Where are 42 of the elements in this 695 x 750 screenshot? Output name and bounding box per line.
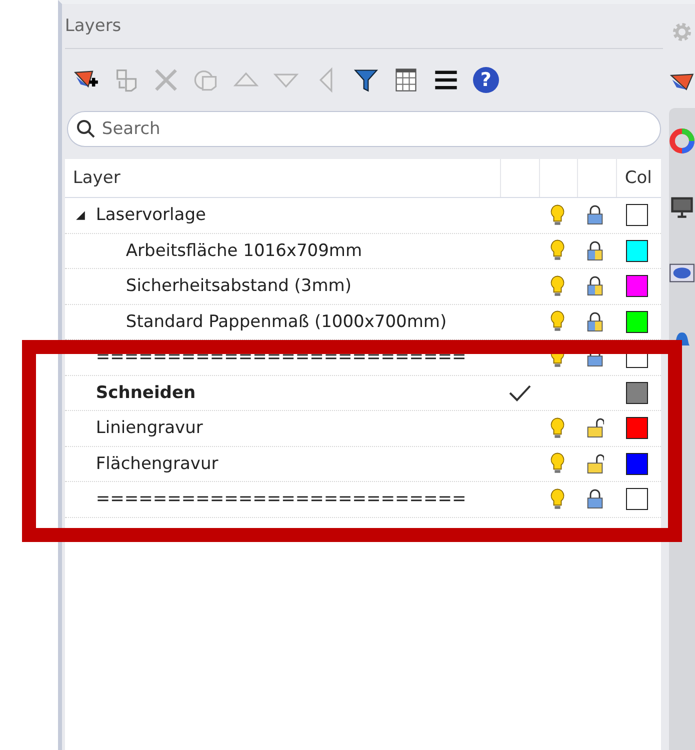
lightbulb-icon[interactable] <box>550 310 565 334</box>
padlock-icon[interactable] <box>586 204 604 226</box>
lightbulb-icon[interactable] <box>550 452 565 476</box>
column-header[interactable]: Col <box>616 159 661 197</box>
check-icon[interactable] <box>508 384 532 402</box>
search-field[interactable]: Search <box>66 111 661 147</box>
layer-name[interactable]: Arbeitsfläche 1016x709mm <box>126 240 362 261</box>
color-swatch[interactable] <box>626 488 648 510</box>
padlock-icon[interactable] <box>586 488 604 510</box>
table-icon[interactable] <box>392 67 419 93</box>
color-swatch[interactable] <box>626 275 648 298</box>
color-swatch[interactable] <box>626 204 648 226</box>
layer-name[interactable]: ========================== <box>96 489 466 510</box>
color-swatch[interactable] <box>626 382 648 404</box>
layer-name[interactable]: Liniengravur <box>96 418 203 438</box>
padlock-icon[interactable] <box>586 275 604 298</box>
collapse-triangle-icon[interactable] <box>74 210 86 221</box>
color-swatch[interactable] <box>626 240 648 262</box>
panel-title: Layers <box>64 16 122 36</box>
color-swatch[interactable] <box>626 417 648 440</box>
layer-name[interactable]: ========================== <box>96 347 466 368</box>
lightbulb-icon[interactable] <box>550 239 565 262</box>
color-wheel-icon[interactable] <box>669 128 695 154</box>
layer-name[interactable]: Standard Pappenmaß (1000x700mm) <box>126 312 447 332</box>
lightbulb-icon[interactable] <box>550 416 565 440</box>
layer-name[interactable]: Sicherheitsabstand (3mm) <box>126 276 352 296</box>
column-header[interactable]: Layer <box>64 159 501 197</box>
layer-name[interactable]: Schneiden <box>96 382 196 403</box>
color-swatch[interactable] <box>626 452 648 475</box>
padlock-icon[interactable] <box>586 310 604 333</box>
padlock-icon[interactable] <box>586 240 604 262</box>
color-swatch[interactable] <box>626 310 648 333</box>
layer-name[interactable]: Laservorlage <box>96 205 206 226</box>
filter-icon[interactable] <box>352 67 379 93</box>
help-button[interactable]: ? <box>472 67 499 93</box>
padlock-icon[interactable] <box>586 417 604 440</box>
layer-name[interactable]: Flächengravur <box>96 454 218 474</box>
lightbulb-icon[interactable] <box>550 204 565 227</box>
search-icon <box>76 119 96 139</box>
padlock-icon[interactable] <box>586 452 604 475</box>
lightbulb-icon[interactable] <box>550 274 565 298</box>
lightbulb-icon[interactable] <box>550 488 565 511</box>
